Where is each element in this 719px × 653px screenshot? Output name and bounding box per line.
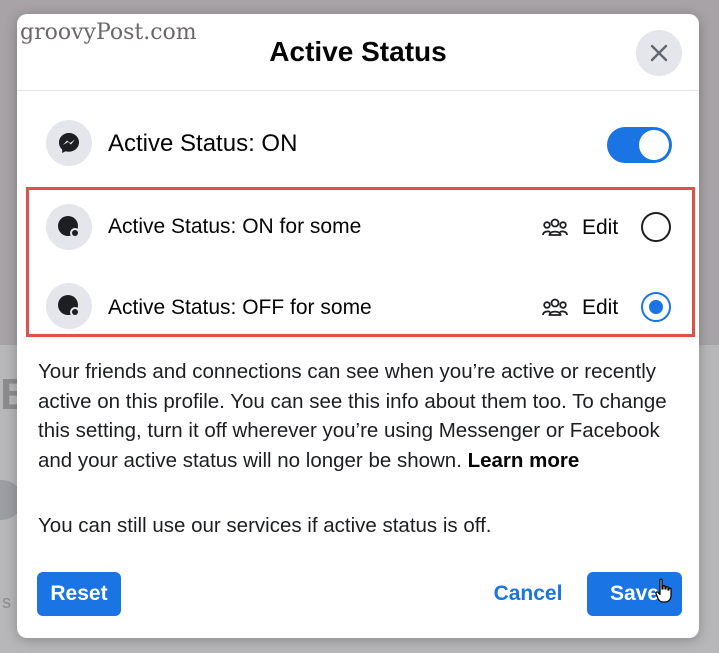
status-dot-icon (46, 283, 92, 329)
description-text: Your friends and connections can see whe… (38, 357, 678, 475)
close-button[interactable] (636, 30, 682, 76)
watermark: groovyPost.com (20, 20, 197, 45)
radio-selected-dot (649, 300, 663, 314)
active-status-label: Active Status: ON (108, 130, 298, 157)
status-dot-icon (46, 204, 92, 250)
background-text-fragment: s (2, 592, 11, 612)
reset-button[interactable]: Reset (37, 572, 121, 616)
toggle-knob (639, 130, 669, 160)
friends-icon (542, 218, 568, 236)
active-status-dialog: Active Status Active Status: ON Active S… (17, 14, 699, 638)
active-status-toggle[interactable] (607, 127, 672, 163)
edit-label: Edit (582, 296, 619, 319)
edit-button-off-for-some[interactable]: Edit (542, 296, 618, 320)
description-note: You can still use our services if active… (38, 514, 492, 537)
radio-on-for-some[interactable] (641, 212, 671, 242)
option-label: Active Status: OFF for some (108, 296, 372, 319)
learn-more-link[interactable]: Learn more (468, 449, 580, 472)
messenger-icon (46, 120, 92, 166)
edit-button-on-for-some[interactable]: Edit (542, 216, 618, 240)
active-status-master-row: Active Status: ON (17, 114, 699, 174)
radio-off-for-some[interactable] (641, 292, 671, 322)
friends-icon (542, 298, 568, 316)
edit-label: Edit (582, 216, 619, 239)
hand-cursor-icon (655, 578, 672, 603)
cancel-button[interactable]: Cancel (485, 572, 571, 616)
option-label: Active Status: ON for some (108, 215, 362, 238)
close-icon (650, 44, 668, 62)
